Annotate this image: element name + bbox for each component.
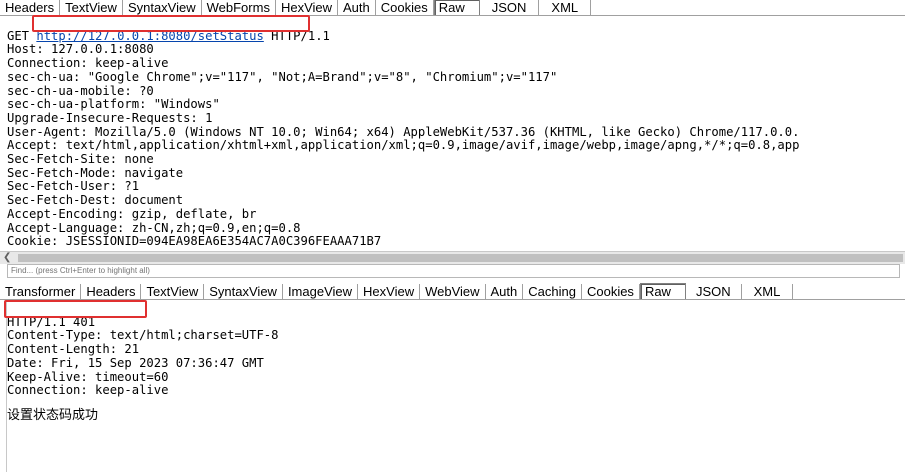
- request-method: GET: [7, 28, 30, 43]
- request-url-link[interactable]: http://127.0.0.1:8080/setStatus: [36, 29, 263, 43]
- request-tab-bar: Headers TextView SyntaxView WebForms Hex…: [0, 0, 905, 16]
- tab-hexview[interactable]: HexView: [276, 0, 339, 15]
- tab-textview[interactable]: TextView: [141, 284, 205, 299]
- tab-transformer[interactable]: Transformer: [0, 284, 82, 299]
- scroll-left-arrow-icon[interactable]: ❮: [3, 252, 11, 264]
- response-header-line: Date: Fri, 15 Sep 2023 07:36:47 GMT: [7, 355, 264, 370]
- tab-headers[interactable]: Headers: [81, 284, 142, 299]
- tab-syntaxview[interactable]: SyntaxView: [123, 0, 202, 15]
- tab-raw[interactable]: Raw: [639, 283, 686, 299]
- response-header-line: Content-Type: text/html;charset=UTF-8: [7, 328, 279, 343]
- tab-headers[interactable]: Headers: [0, 0, 61, 15]
- request-header-line: Accept-Encoding: gzip, deflate, br: [7, 206, 257, 221]
- tab-textview[interactable]: TextView: [60, 0, 123, 15]
- tab-imageview[interactable]: ImageView: [283, 284, 359, 299]
- tab-xml[interactable]: XML: [742, 284, 794, 299]
- scrollbar-thumb[interactable]: [18, 254, 903, 262]
- request-header-line: sec-ch-ua-mobile: ?0: [7, 83, 154, 98]
- tab-syntaxview[interactable]: SyntaxView: [204, 284, 283, 299]
- request-header-line: Connection: keep-alive: [7, 56, 169, 71]
- request-header-line: sec-ch-ua-platform: "Windows": [7, 97, 220, 112]
- request-header-line: Sec-Fetch-Mode: navigate: [7, 165, 184, 180]
- request-header-line: Host: 127.0.0.1:8080: [7, 42, 154, 57]
- tab-cookies[interactable]: Cookies: [582, 284, 640, 299]
- request-header-line: Cookie: JSESSIONID=094EA98EA6E354AC7A0C3…: [7, 234, 382, 249]
- response-status-line: HTTP/1.1 401: [7, 314, 96, 329]
- tab-auth[interactable]: Auth: [338, 0, 376, 15]
- tab-auth[interactable]: Auth: [486, 284, 524, 299]
- request-raw-text[interactable]: GET http://127.0.0.1:8080/setStatus HTTP…: [7, 16, 799, 249]
- request-horizontal-scrollbar[interactable]: ❮: [0, 251, 905, 264]
- tab-caching[interactable]: Caching: [523, 284, 582, 299]
- request-protocol: HTTP/1.1: [271, 28, 330, 43]
- response-header-line: Connection: keep-alive: [7, 383, 169, 398]
- request-header-line: Sec-Fetch-Site: none: [7, 152, 154, 167]
- tab-raw[interactable]: Raw: [433, 0, 480, 15]
- find-input[interactable]: [7, 264, 900, 278]
- request-header-line: Upgrade-Insecure-Requests: 1: [7, 110, 213, 125]
- tab-json[interactable]: JSON: [480, 0, 540, 15]
- tab-hexview[interactable]: HexView: [358, 284, 421, 299]
- tab-xml[interactable]: XML: [539, 0, 592, 15]
- response-raw-text[interactable]: HTTP/1.1 401 Content-Type: text/html;cha…: [7, 302, 279, 398]
- response-header-line: Keep-Alive: timeout=60: [7, 369, 169, 384]
- request-header-line: Accept-Language: zh-CN,zh;q=0.9,en;q=0.8: [7, 220, 301, 235]
- response-body-text: 设置状态码成功: [7, 408, 99, 423]
- request-line: GET http://127.0.0.1:8080/setStatus HTTP…: [7, 29, 330, 43]
- request-header-line: Sec-Fetch-User: ?1: [7, 179, 140, 194]
- request-header-line: Accept: text/html,application/xhtml+xml,…: [7, 138, 800, 153]
- response-tab-bar: Transformer Headers TextView SyntaxView …: [0, 283, 905, 300]
- response-header-line: Content-Length: 21: [7, 342, 140, 357]
- request-header-line: Sec-Fetch-Dest: document: [7, 193, 184, 208]
- request-header-line: User-Agent: Mozilla/5.0 (Windows NT 10.0…: [7, 124, 800, 139]
- request-header-line: sec-ch-ua: "Google Chrome";v="117", "Not…: [7, 69, 558, 84]
- tab-webview[interactable]: WebView: [420, 284, 486, 299]
- tab-webforms[interactable]: WebForms: [202, 0, 276, 15]
- tab-cookies[interactable]: Cookies: [376, 0, 434, 15]
- tab-json[interactable]: JSON: [686, 284, 742, 299]
